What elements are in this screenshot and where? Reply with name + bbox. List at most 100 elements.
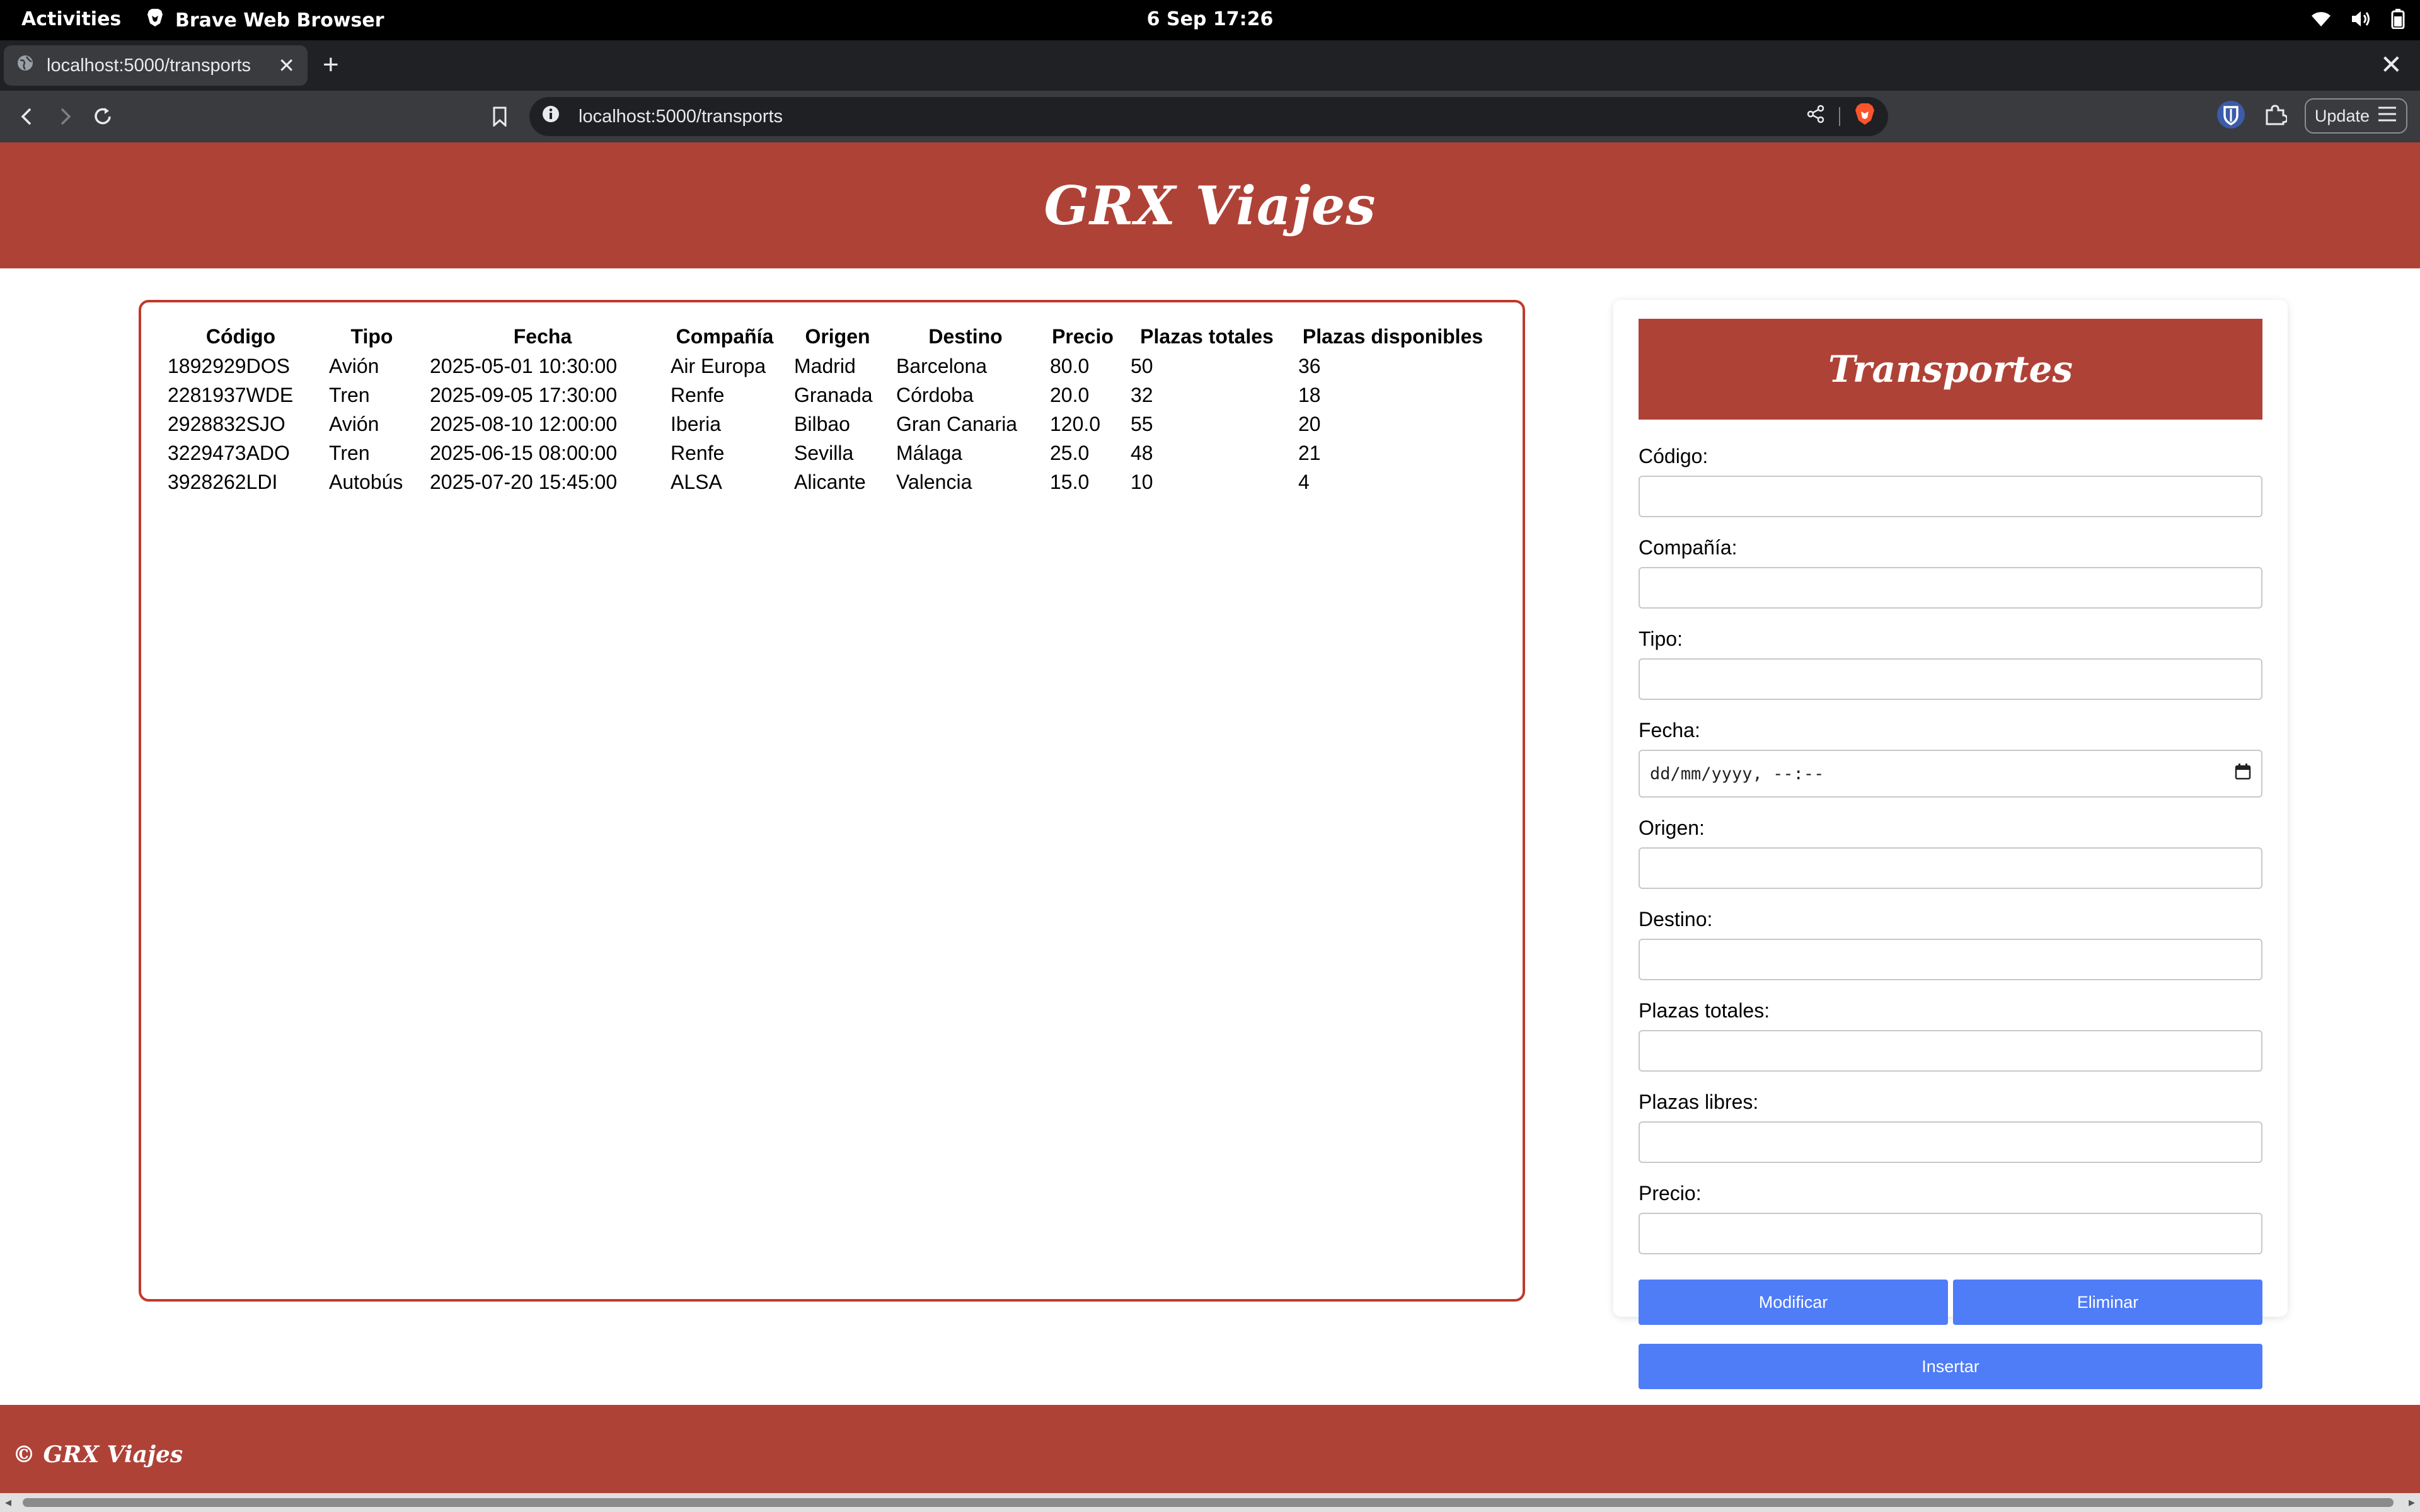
brave-lion-icon [146,8,164,32]
scroll-right-icon[interactable]: ▸ [2409,1494,2415,1510]
column-header-origen: Origen [805,324,870,348]
form-button-row: Modificar Eliminar [1639,1280,2262,1325]
compania-label: Compañía: [1639,536,1737,559]
column-header-codigo: Código [205,324,276,348]
clock[interactable]: 6 Sep 17:26 [1147,8,1274,30]
cell-origen: Granada [794,383,873,406]
browser-toolbar: localhost:5000/transports Update [0,91,2420,142]
cell-origen: Bilbao [794,412,850,435]
tab-transports[interactable]: localhost:5000/transports ✕ [4,45,308,86]
table-row[interactable]: 2928832SJO Avión 2025-08-10 12:00:00 Ibe… [160,410,1495,438]
cell-plazas-totales: 48 [1131,441,1153,464]
hamburger-menu-icon [2377,106,2397,127]
precio-input[interactable] [1639,1213,2262,1254]
tab-strip: localhost:5000/transports ✕ + ✕ [0,40,2420,91]
fecha-datetime-input[interactable]: dd/mm/yyyy, --:-- [1639,750,2262,798]
field-tipo: Tipo: [1639,627,2262,700]
cell-compania: ALSA [671,470,722,493]
origen-input[interactable] [1639,847,2262,889]
update-button[interactable]: Update [2304,98,2407,134]
cell-precio: 25.0 [1050,441,1090,464]
app-name-label: Brave Web Browser [175,9,384,32]
column-header-tipo: Tipo [350,324,393,348]
column-header-destino: Destino [928,324,1003,348]
cell-compania: Renfe [671,441,725,464]
field-codigo: Código: [1639,445,2262,517]
transport-form: Transportes Código: Compañía: Tipo: Fech… [1613,300,2288,1389]
bookmark-icon[interactable] [485,102,514,131]
field-precio: Precio: [1639,1182,2262,1254]
cell-tipo: Tren [329,383,370,406]
brave-shields-icon[interactable] [1854,103,1876,130]
activities-button[interactable]: Activities [21,8,121,30]
scroll-left-icon[interactable]: ◂ [5,1494,11,1510]
cell-origen: Alicante [794,470,866,493]
field-compania: Compañía: [1639,536,2262,609]
field-destino: Destino: [1639,908,2262,980]
fecha-label: Fecha: [1639,719,1700,742]
cell-codigo: 1892929DOS [168,354,290,377]
insertar-button[interactable]: Insertar [1639,1344,2262,1389]
back-icon[interactable] [13,102,42,131]
cell-compania: Renfe [671,383,725,406]
column-header-fecha: Fecha [513,324,572,348]
battery-icon [2391,9,2405,34]
app-menu[interactable]: Brave Web Browser [146,8,384,32]
tab-close-icon[interactable]: ✕ [278,54,295,77]
calendar-icon[interactable] [2235,763,2251,784]
cell-codigo: 3229473ADO [168,441,290,464]
forward-icon[interactable] [50,102,79,131]
cell-plazas-totales: 32 [1131,383,1153,406]
table-row[interactable]: 3229473ADO Tren 2025-06-15 08:00:00 Renf… [160,438,1495,467]
tipo-input[interactable] [1639,658,2262,700]
scrollbar-thumb[interactable] [23,1498,2394,1507]
site-header: GRX Viajes [0,142,2420,268]
site-footer: © GRX Viajes [0,1405,2420,1493]
cell-codigo: 2281937WDE [168,383,294,406]
cell-destino: Gran Canaria [896,412,1018,435]
cell-tipo: Tren [329,441,370,464]
plazas-libres-input[interactable] [1639,1121,2262,1163]
cell-plazas-disponibles: 21 [1298,441,1321,464]
site-info-icon[interactable] [542,105,560,128]
cell-fecha: 2025-05-01 10:30:00 [430,354,618,377]
bitwarden-icon[interactable] [2216,100,2245,132]
cell-codigo: 3928262LDI [168,470,278,493]
new-tab-button[interactable]: + [323,49,339,81]
system-tray[interactable] [2310,9,2405,34]
table-row[interactable]: 1892929DOS Avión 2025-05-01 10:30:00 Air… [160,352,1495,381]
cell-plazas-disponibles: 18 [1298,383,1321,406]
cell-precio: 120.0 [1050,412,1101,435]
modificar-button[interactable]: Modificar [1639,1280,1948,1325]
cell-tipo: Avión [329,412,379,435]
cell-precio: 15.0 [1050,470,1090,493]
cell-fecha: 2025-09-05 17:30:00 [430,383,618,406]
codigo-input[interactable] [1639,476,2262,517]
share-icon[interactable] [1806,105,1825,129]
tab-title: localhost:5000/transports [47,55,251,76]
table-row[interactable]: 2281937WDE Tren 2025-09-05 17:30:00 Renf… [160,381,1495,410]
eliminar-button[interactable]: Eliminar [1953,1280,2262,1325]
table-row[interactable]: 3928262LDI Autobús 2025-07-20 15:45:00 A… [160,467,1495,496]
update-label: Update [2314,106,2370,125]
horizontal-scrollbar[interactable]: ◂ ▸ [0,1493,2420,1512]
cell-plazas-totales: 10 [1131,470,1153,493]
cell-compania: Air Europa [671,354,766,377]
origen-label: Origen: [1639,816,1705,839]
field-plazas-totales: Plazas totales: [1639,999,2262,1072]
cell-destino: Córdoba [896,383,974,406]
extensions-icon[interactable] [2263,103,2288,130]
address-bar[interactable]: localhost:5000/transports [529,97,1888,136]
volume-icon [2351,9,2372,33]
reload-icon[interactable] [88,102,117,131]
compania-input[interactable] [1639,567,2262,609]
destino-input[interactable] [1639,939,2262,980]
cell-fecha: 2025-07-20 15:45:00 [430,470,618,493]
plazas-totales-label: Plazas totales: [1639,999,1770,1022]
window-close-icon[interactable]: ✕ [2380,49,2402,81]
url-divider [1839,107,1840,126]
cell-destino: Málaga [896,441,962,464]
form-header: Transportes [1639,319,2262,420]
cell-precio: 20.0 [1050,383,1090,406]
plazas-totales-input[interactable] [1639,1030,2262,1072]
